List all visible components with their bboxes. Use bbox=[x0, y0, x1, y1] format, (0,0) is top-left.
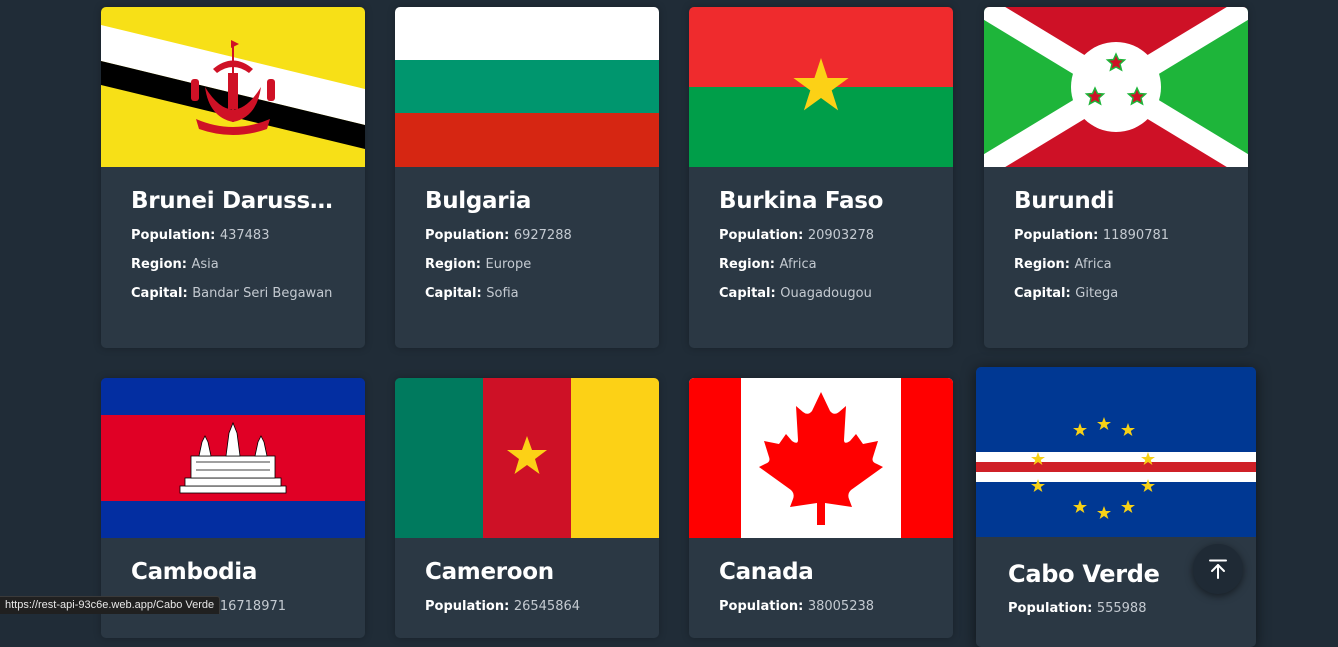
population-value: 437483 bbox=[219, 228, 270, 243]
region-value: Africa bbox=[779, 257, 817, 272]
region-label: Region bbox=[131, 257, 182, 272]
region-value: Asia bbox=[191, 257, 219, 272]
region-row: Region: Asia bbox=[131, 257, 219, 272]
population-row: Population: 38005238 bbox=[719, 599, 875, 614]
capital-label: Capital bbox=[719, 286, 771, 301]
population-row: Population: 20903278 bbox=[719, 228, 875, 243]
region-row: Region: Africa bbox=[1014, 257, 1112, 272]
region-row: Region: Europe bbox=[425, 257, 532, 272]
region-row: Region: Africa bbox=[719, 257, 817, 272]
country-card-bulgaria[interactable]: Bulgaria Population: 6927288 Region: Eur… bbox=[395, 7, 659, 348]
capital-row: Capital: Ouagadougou bbox=[719, 286, 872, 301]
arrow-up-to-line-icon bbox=[1209, 559, 1227, 579]
country-name: Cambodia bbox=[131, 559, 258, 585]
population-value: 16718971 bbox=[219, 599, 287, 614]
country-card-burkina-faso[interactable]: Burkina Faso Population: 20903278 Region… bbox=[689, 7, 953, 348]
capital-value: Gitega bbox=[1075, 286, 1119, 301]
region-value: Europe bbox=[485, 257, 532, 272]
population-label: Population bbox=[719, 228, 799, 243]
capital-value: Ouagadougou bbox=[780, 286, 872, 301]
status-bar-url: https://rest-api-93c6e.web.app/Cabo Verd… bbox=[0, 596, 221, 614]
population-value: 26545864 bbox=[513, 599, 581, 614]
region-label: Region bbox=[1014, 257, 1065, 272]
country-name: Canada bbox=[719, 559, 814, 585]
country-name: Burundi bbox=[1014, 188, 1115, 214]
population-label: Population bbox=[425, 599, 505, 614]
region-label: Region bbox=[425, 257, 476, 272]
scroll-to-top-button[interactable] bbox=[1193, 544, 1243, 594]
capital-row: Capital: Gitega bbox=[1014, 286, 1119, 301]
country-name: Cameroon bbox=[425, 559, 554, 585]
capital-value: Bandar Seri Begawan bbox=[192, 286, 333, 301]
country-card-canada[interactable]: Canada Population: 38005238 bbox=[689, 378, 953, 638]
country-name: Bulgaria bbox=[425, 188, 532, 214]
region-label: Region bbox=[719, 257, 770, 272]
flag-burkina-faso bbox=[689, 7, 953, 167]
country-card-brunei[interactable]: Brunei Darussalam Population: 437483 Reg… bbox=[101, 7, 365, 348]
capital-label: Capital bbox=[131, 286, 183, 301]
flag-bulgaria bbox=[395, 7, 659, 167]
population-row: Population: 11890781 bbox=[1014, 228, 1170, 243]
country-card-cabo-verde[interactable]: Cabo Verde Population: 555988 bbox=[976, 367, 1256, 647]
capital-label: Capital bbox=[425, 286, 477, 301]
country-card-cameroon[interactable]: Cameroon Population: 26545864 bbox=[395, 378, 659, 638]
population-value: 11890781 bbox=[1102, 228, 1170, 243]
country-card-burundi[interactable]: Burundi Population: 11890781 Region: Afr… bbox=[984, 7, 1248, 348]
population-row: Population: 26545864 bbox=[425, 599, 581, 614]
flag-cambodia bbox=[101, 378, 365, 538]
population-row: Population: 437483 bbox=[131, 228, 270, 243]
population-label: Population bbox=[719, 599, 799, 614]
country-name: Burkina Faso bbox=[719, 188, 884, 214]
flag-burundi bbox=[984, 7, 1248, 167]
country-name: Brunei Darussalam bbox=[131, 188, 335, 214]
population-label: Population bbox=[425, 228, 505, 243]
population-label: Population bbox=[131, 228, 211, 243]
country-name: Cabo Verde bbox=[1008, 560, 1160, 588]
population-value: 6927288 bbox=[513, 228, 572, 243]
population-value: 20903278 bbox=[807, 228, 875, 243]
region-value: Africa bbox=[1074, 257, 1112, 272]
capital-value: Sofia bbox=[486, 286, 519, 301]
population-value: 38005238 bbox=[807, 599, 875, 614]
flag-cabo-verde bbox=[976, 367, 1256, 537]
capital-row: Capital: Bandar Seri Begawan bbox=[131, 286, 333, 301]
population-label: Population bbox=[1014, 228, 1094, 243]
population-row: Population: 6927288 bbox=[425, 228, 572, 243]
capital-row: Capital: Sofia bbox=[425, 286, 519, 301]
flag-canada bbox=[689, 378, 953, 538]
flag-brunei bbox=[101, 7, 365, 167]
capital-label: Capital bbox=[1014, 286, 1066, 301]
flag-cameroon bbox=[395, 378, 659, 538]
